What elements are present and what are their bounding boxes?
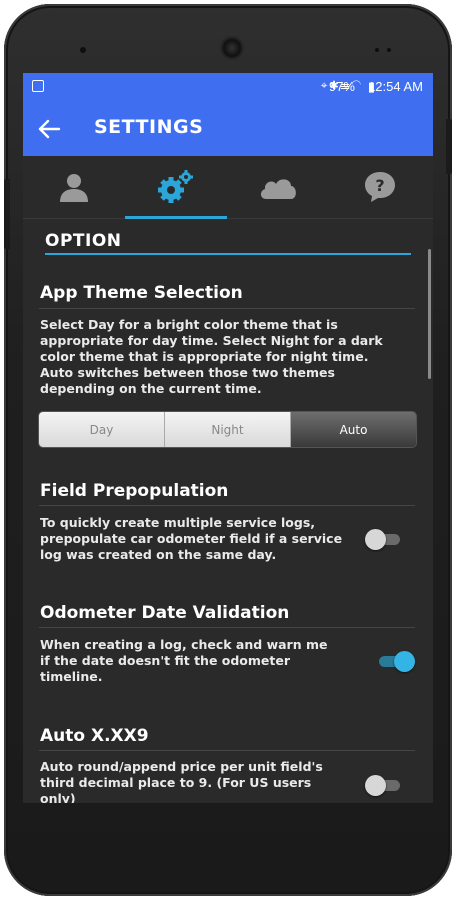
prepop-pref-desc: To quickly create multiple service logs,…: [40, 515, 343, 562]
settings-list[interactable]: OPTION App Theme Selection Select Day fo…: [23, 219, 433, 803]
prepop-pref-title: Field Prepopulation: [40, 481, 229, 501]
power-button: [446, 119, 452, 174]
status-bar: ⌖✱☰◠ 97% ▮ 12:54 AM: [23, 73, 433, 101]
autoxxx9-pref-title: Auto X.XX9: [40, 726, 149, 746]
autoxxx9-toggle[interactable]: [365, 774, 403, 796]
prepop-toggle[interactable]: [365, 528, 403, 550]
odo-pref-desc: When creating a log, check and warn me i…: [40, 637, 328, 684]
theme-pref-title: App Theme Selection: [40, 283, 243, 303]
status-time: 12:54 AM: [368, 79, 423, 94]
tab-settings[interactable]: [125, 156, 227, 218]
proximity-sensor: [375, 48, 379, 52]
screen: ⌖✱☰◠ 97% ▮ 12:54 AM SETTINGS ? OPTION Ap…: [23, 73, 433, 803]
theme-option-auto[interactable]: Auto: [291, 412, 416, 447]
volume-button: [4, 179, 10, 249]
help-icon: ?: [365, 172, 395, 202]
divider: [39, 627, 415, 628]
battery-percent: 97%: [328, 79, 355, 94]
app-bar: SETTINGS: [23, 101, 433, 156]
theme-option-day[interactable]: Day: [39, 412, 165, 447]
theme-segmented-control: Day Night Auto: [39, 412, 416, 447]
page-title: SETTINGS: [94, 116, 204, 138]
section-heading: OPTION: [45, 231, 411, 255]
gallery-notification-icon: [32, 80, 44, 92]
front-sensor: [80, 47, 86, 53]
divider: [39, 308, 415, 309]
front-camera: [222, 38, 242, 58]
person-icon: [60, 174, 88, 202]
tab-help[interactable]: ?: [329, 156, 431, 218]
cloud-icon: [260, 179, 296, 199]
light-sensor: [387, 48, 391, 52]
divider: [39, 505, 415, 506]
tab-cloud[interactable]: [227, 156, 329, 218]
gears-icon: [158, 170, 193, 203]
odo-pref-title: Odometer Date Validation: [40, 603, 290, 623]
svg-text:?: ?: [375, 176, 384, 195]
tab-profile[interactable]: [23, 156, 125, 218]
odo-toggle[interactable]: [376, 650, 415, 672]
autoxxx9-pref-desc: Auto round/append price per unit field's…: [40, 759, 323, 803]
divider: [39, 750, 415, 751]
back-arrow-icon[interactable]: [35, 115, 63, 143]
tab-bar: ?: [23, 156, 433, 219]
theme-pref-desc: Select Day for a bright color theme that…: [40, 317, 383, 396]
scrollbar[interactable]: [428, 249, 431, 379]
theme-option-night[interactable]: Night: [165, 412, 291, 447]
